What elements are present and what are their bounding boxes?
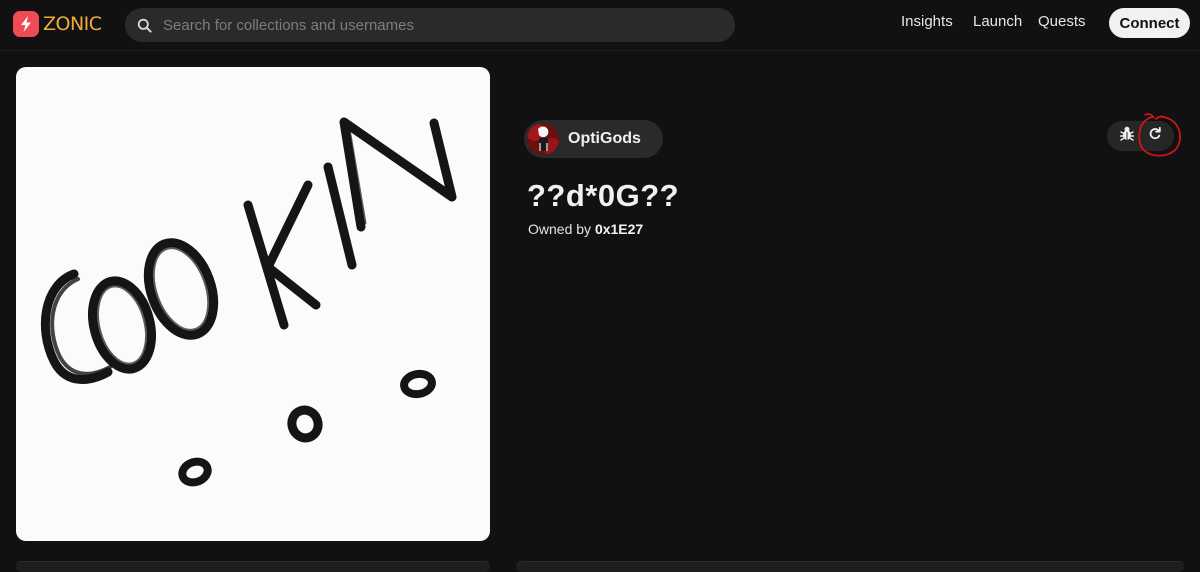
item-action-group	[1107, 121, 1174, 151]
nav-insights[interactable]: Insights	[901, 13, 953, 30]
connect-wallet-button[interactable]: Connect	[1109, 8, 1190, 38]
refresh-icon	[1148, 126, 1162, 146]
owner-label: Owned by	[528, 221, 592, 237]
logo-text: ZONIC	[43, 13, 102, 35]
owner-address-link[interactable]: 0x1E27	[595, 221, 643, 237]
token-name: ??d*0G??	[527, 178, 680, 213]
nav-quests[interactable]: Quests	[1038, 13, 1086, 30]
collection-name: OptiGods	[568, 130, 641, 147]
bug-icon	[1119, 126, 1135, 146]
bottom-card-right	[516, 561, 1184, 572]
search-icon	[137, 18, 152, 33]
collection-avatar	[527, 123, 559, 155]
collection-link-optigods[interactable]: OptiGods	[524, 120, 663, 158]
nft-artwork-image	[16, 67, 490, 541]
top-navigation-bar: ZONIC Insights Launch Quests Connect	[0, 0, 1200, 51]
refresh-metadata-button[interactable]	[1138, 121, 1172, 151]
zonic-logo[interactable]: ZONIC	[13, 10, 102, 38]
lightning-bolt-icon	[13, 11, 39, 37]
bottom-card-left	[16, 561, 490, 572]
owner-line: Owned by 0x1E27	[528, 221, 643, 237]
nav-launch[interactable]: Launch	[973, 13, 1022, 30]
search-bar[interactable]	[125, 8, 735, 42]
search-input[interactable]	[161, 15, 735, 35]
